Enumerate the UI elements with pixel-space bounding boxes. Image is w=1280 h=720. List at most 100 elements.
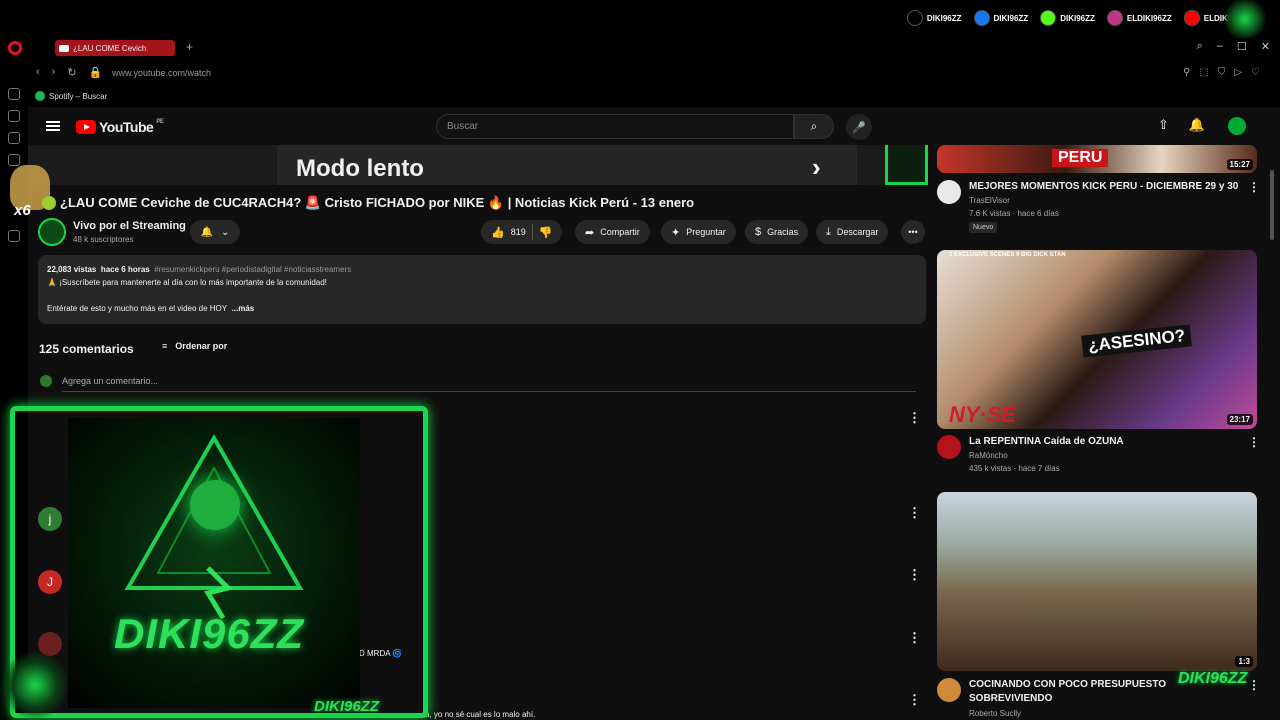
hashtags[interactable]: #resumenkickperu #periodistadigital #not…: [154, 265, 351, 274]
window-controls: ⌕ – ☐ ✕: [1197, 40, 1270, 53]
thumbs-down-icon[interactable]: 👎: [539, 226, 553, 239]
reload-icon[interactable]: ↻: [67, 66, 76, 79]
heart-icon[interactable]: ♡: [1251, 67, 1260, 78]
social-handle: DIKI96ZZ: [993, 13, 1029, 23]
pin-icon[interactable]: ⚲: [1183, 67, 1190, 78]
voice-search-button[interactable]: 🎤: [846, 114, 872, 140]
comment-menu-icon[interactable]: ⋮: [908, 630, 921, 646]
share-icon: ➦: [585, 226, 595, 239]
rec-title[interactable]: La REPENTINA Caída de OZUNA: [969, 435, 1239, 449]
sort-comments-button[interactable]: ≡ Ordenar por: [162, 341, 227, 351]
video-duration: 15:27: [1226, 159, 1253, 170]
chevron-right-icon[interactable]: ›: [812, 152, 821, 183]
tab-title: ¿LAU COME Cevich: [73, 43, 147, 53]
emote-multiplier: x6: [14, 202, 31, 219]
download-button[interactable]: ⤓ Descargar: [816, 220, 889, 244]
channel-name[interactable]: Vivo por el Streaming: [73, 220, 186, 232]
social-facebook: DIKI96ZZ: [973, 10, 1029, 26]
like-dislike-group: 👍 819 👎: [481, 220, 563, 244]
comment-menu-icon[interactable]: ⋮: [908, 410, 921, 426]
video-description[interactable]: 22,083 vistas hace 6 horas #resumenkickp…: [38, 255, 926, 324]
bookmark-spotify[interactable]: Spotify – Buscar: [35, 91, 107, 101]
new-tab-button[interactable]: +: [186, 40, 193, 54]
forward-icon[interactable]: ›: [52, 66, 56, 79]
youtube-logo[interactable]: YouTube PE: [76, 119, 164, 135]
extensions-icon[interactable]: [8, 110, 20, 122]
rec-channel[interactable]: Roberto Suclly: [969, 709, 1021, 718]
rec-menu-icon[interactable]: ⋮: [1248, 180, 1260, 194]
play-icon[interactable]: ▷: [1234, 67, 1242, 78]
lock-icon: 🔒: [88, 67, 103, 79]
settings-icon[interactable]: [8, 230, 20, 242]
tab-youtube[interactable]: ¿LAU COME Cevich: [55, 40, 175, 56]
rec-thumbnail[interactable]: 1:3: [937, 492, 1257, 671]
comment-menu-icon[interactable]: ⋮: [908, 567, 921, 583]
tiktok-icon: [906, 10, 923, 26]
channel-avatar[interactable]: [937, 435, 961, 459]
menu-icon[interactable]: [46, 121, 60, 131]
search-input[interactable]: Buscar: [436, 114, 794, 139]
overlay-frame-label: DIKI96ZZ: [314, 698, 380, 715]
youtube-play-icon: [76, 120, 96, 134]
chevron-down-icon: ⌄: [221, 226, 230, 238]
youtube-icon: [1183, 10, 1200, 26]
video-title: ¿LAU COME Ceviche de CUC4RACH4? 🚨 Cristo…: [60, 195, 695, 210]
search-tabs-icon[interactable]: ⌕: [1197, 40, 1203, 53]
rec-title[interactable]: MEJORES MOMENTOS KICK PERU - DICIEMBRE 2…: [969, 180, 1239, 194]
upload-time: hace 6 horas: [100, 265, 150, 274]
channel-avatar[interactable]: [937, 180, 961, 204]
add-comment-input[interactable]: Agrega un comentario...: [62, 376, 916, 392]
notes-icon[interactable]: [8, 132, 20, 144]
search-button[interactable]: ⌕: [794, 114, 834, 139]
rec-menu-icon[interactable]: ⋮: [1248, 678, 1260, 692]
upload-icon[interactable]: ⇧: [1158, 117, 1169, 133]
snapshot-icon[interactable]: ⬚: [1199, 67, 1208, 78]
thanks-label: Gracias: [767, 227, 799, 237]
notifications-bell-icon[interactable]: 🔔: [1189, 117, 1205, 133]
messenger-icon[interactable]: [8, 154, 20, 166]
channel-avatar[interactable]: [937, 678, 961, 702]
back-icon[interactable]: ‹: [36, 66, 40, 79]
overlay-corner-logo: [0, 650, 70, 720]
thumbs-up-icon[interactable]: 👍: [491, 226, 505, 239]
ask-label: Preguntar: [686, 227, 726, 237]
rec-thumbnail[interactable]: 2 EXCLUSIVE SCENES 9 BIG DICK STAN ¿ASES…: [937, 250, 1257, 429]
rec-channel[interactable]: TrasElVisor: [969, 196, 1010, 205]
more-actions-button[interactable]: •••: [901, 220, 925, 244]
microphone-icon: 🎤: [852, 121, 866, 134]
overlay-brand-text: DIKI96ZZ: [114, 610, 305, 657]
thumbnail-text: 2 EXCLUSIVE SCENES 9 BIG DICK STAN: [949, 252, 1066, 258]
shield-icon[interactable]: ⛉: [1218, 67, 1226, 78]
url-field[interactable]: www.youtube.com/watch: [112, 68, 211, 78]
sidebar-scrollbar[interactable]: [1270, 170, 1274, 240]
rec-thumbnail[interactable]: PERU 15:27: [937, 145, 1257, 173]
dollar-heart-icon: $: [755, 226, 762, 238]
show-more-link[interactable]: ...más: [232, 304, 255, 313]
share-button[interactable]: ➦ Compartir: [575, 220, 650, 244]
like-count[interactable]: 819: [511, 227, 526, 237]
history-icon[interactable]: [8, 88, 20, 100]
rec-title[interactable]: COCINANDO CON POCO PRESUPUESTO SOBREVIVI…: [969, 678, 1239, 706]
channel-avatar[interactable]: [38, 218, 66, 246]
social-instagram: ELDIKI96ZZ: [1106, 10, 1172, 26]
video-duration: 23:17: [1226, 414, 1253, 425]
region-code: PE: [156, 119, 164, 125]
comment-menu-icon[interactable]: ⋮: [908, 692, 921, 708]
description-text: Entérate de esto y mucho más en el video…: [47, 304, 228, 313]
rec-channel[interactable]: RaMóncho: [969, 451, 1008, 460]
thanks-button[interactable]: $ Gracias: [745, 220, 809, 244]
maximize-icon[interactable]: ☐: [1237, 40, 1247, 53]
rec-menu-icon[interactable]: ⋮: [1248, 435, 1260, 449]
ask-button[interactable]: ✦ Preguntar: [661, 220, 736, 244]
new-badge: Nuevo: [969, 222, 998, 233]
subscribe-notifications-button[interactable]: 🔔 ⌄: [190, 220, 240, 244]
description-meta: 22,083 vistas hace 6 horas #resumenkickp…: [47, 263, 917, 276]
account-avatar[interactable]: [1228, 117, 1246, 135]
minimize-icon[interactable]: –: [1217, 40, 1223, 53]
close-icon[interactable]: ✕: [1261, 40, 1270, 53]
comment-menu-icon[interactable]: ⋮: [908, 505, 921, 521]
rec-meta: 435 k vistas · hace 7 días: [969, 464, 1060, 473]
sort-icon: ≡: [162, 341, 168, 351]
thumbnail-text: ¿ASESINO?: [1081, 324, 1193, 358]
opera-logo-icon[interactable]: [8, 41, 22, 55]
